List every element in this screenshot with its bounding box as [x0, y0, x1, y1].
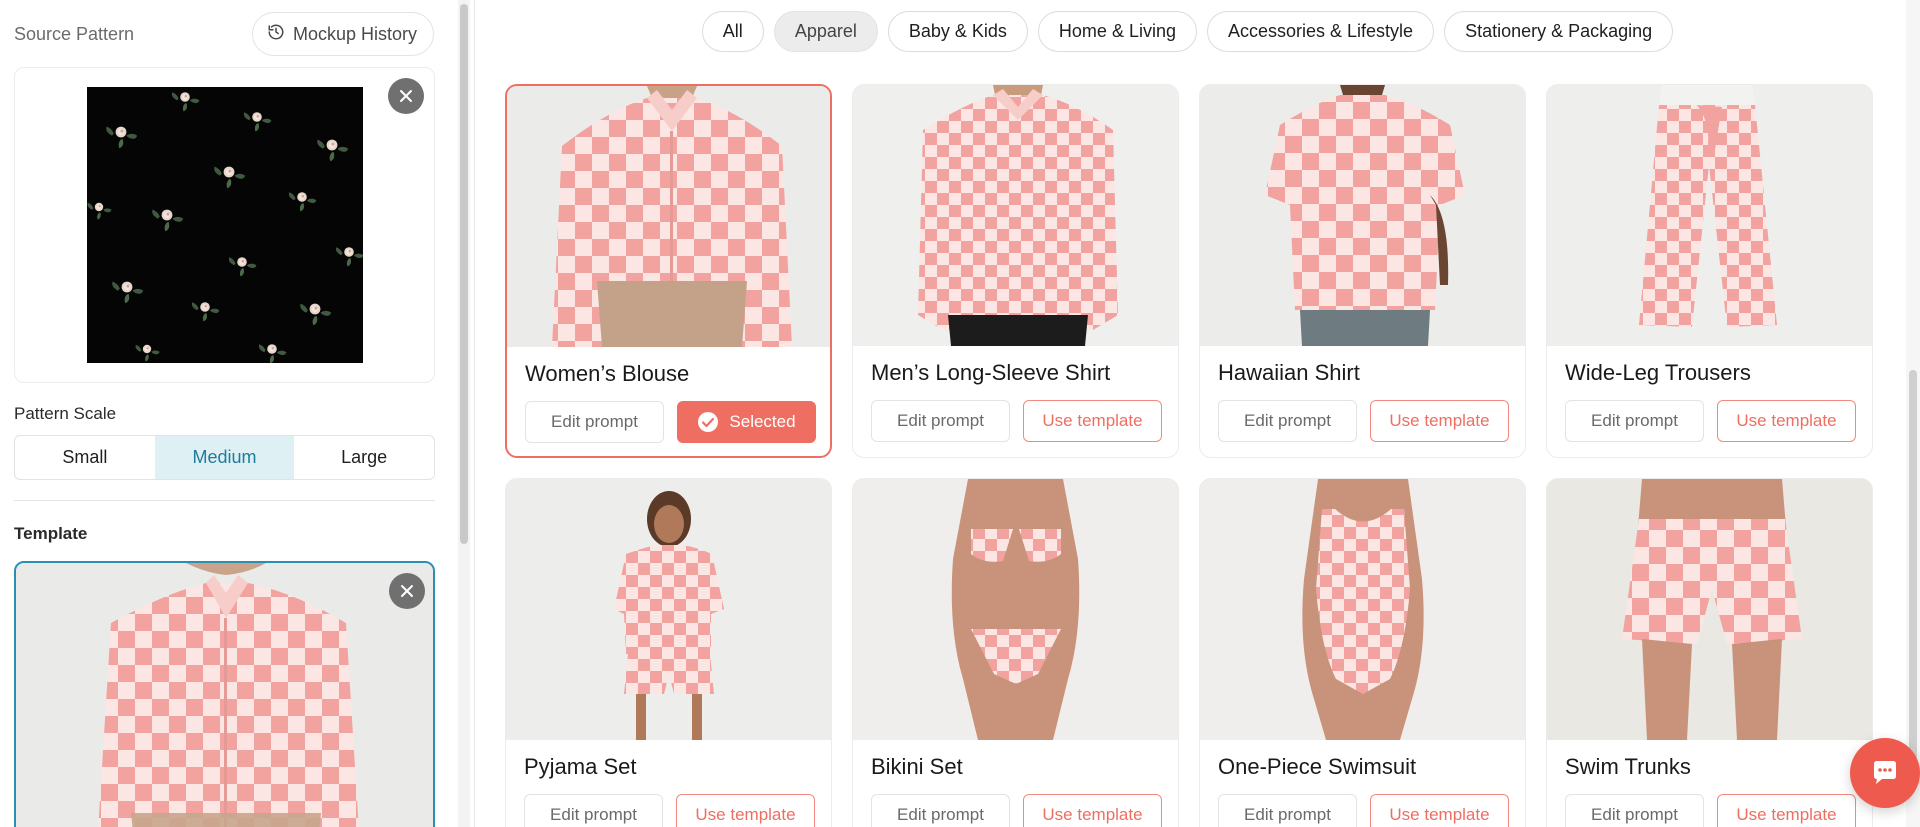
template-card-wide-leg-trousers[interactable]: Wide-Leg Trousers Edit prompt Use templa…: [1546, 84, 1873, 458]
use-template-button[interactable]: Use template: [676, 794, 815, 827]
filter-home-living[interactable]: Home & Living: [1037, 11, 1197, 52]
filter-accessories-lifestyle[interactable]: Accessories & Lifestyle: [1206, 11, 1435, 52]
sidebar-scrollbar-thumb[interactable]: [460, 4, 468, 544]
edit-prompt-button[interactable]: Edit prompt: [524, 794, 663, 827]
source-pattern-image: [87, 87, 363, 363]
template-card-womens-blouse[interactable]: Women’s Blouse Edit prompt Selected: [505, 84, 832, 458]
remove-template-button[interactable]: [389, 573, 425, 609]
edit-prompt-button[interactable]: Edit prompt: [871, 794, 1010, 827]
filter-apparel[interactable]: Apparel: [773, 11, 878, 52]
template-label: Template: [14, 524, 88, 543]
template-gallery: All Apparel Baby & Kids Home & Living Ac…: [475, 0, 1920, 827]
mockup-history-label: Mockup History: [292, 23, 417, 44]
mockup-history-button[interactable]: Mockup History: [251, 12, 434, 56]
template-title: Bikini Set: [871, 754, 963, 779]
template-title: Pyjama Set: [524, 754, 637, 779]
template-image: [1547, 479, 1872, 740]
use-template-button[interactable]: Use template: [1370, 400, 1509, 442]
use-template-button[interactable]: Use template: [1023, 794, 1162, 827]
history-icon: [267, 23, 285, 46]
template-card-one-piece-swimsuit[interactable]: One-Piece Swimsuit Edit prompt Use templ…: [1199, 478, 1526, 827]
gallery-scrollbar-thumb[interactable]: [1909, 370, 1917, 760]
sidebar: Source Pattern Mockup History Pattern Sc…: [0, 0, 452, 827]
source-pattern-title: Source Pattern: [14, 24, 135, 44]
template-card-bikini-set[interactable]: Bikini Set Edit prompt Use template: [852, 478, 1179, 827]
template-title: Swim Trunks: [1565, 754, 1691, 779]
use-template-button[interactable]: Use template: [1023, 400, 1162, 442]
template-image: [1200, 85, 1525, 346]
template-image: [853, 479, 1178, 740]
use-template-button[interactable]: Use template: [1370, 794, 1509, 827]
close-icon: [401, 585, 413, 597]
edit-prompt-button[interactable]: Edit prompt: [1218, 794, 1357, 827]
template-image: [507, 86, 830, 347]
selected-label: Selected: [729, 412, 796, 431]
remove-pattern-button[interactable]: [388, 78, 424, 114]
source-pattern-card: [14, 67, 435, 383]
template-image: [506, 479, 831, 740]
template-title: Women’s Blouse: [525, 361, 690, 386]
use-template-button[interactable]: Use template: [1717, 794, 1856, 827]
selected-button[interactable]: Selected: [677, 401, 816, 443]
template-image: [1547, 85, 1872, 346]
scale-small-option[interactable]: Small: [15, 436, 155, 479]
template-title: One-Piece Swimsuit: [1218, 754, 1417, 779]
template-image: [853, 85, 1178, 346]
check-circle-icon: [698, 412, 719, 432]
filter-baby-kids[interactable]: Baby & Kids: [887, 11, 1028, 52]
section-divider: [14, 500, 435, 501]
use-template-button[interactable]: Use template: [1717, 400, 1856, 442]
selected-template-preview: [14, 561, 435, 827]
template-title: Wide-Leg Trousers: [1565, 360, 1751, 385]
pattern-scale-selector: Small Medium Large: [14, 435, 435, 480]
chat-bubble-icon: [1874, 761, 1896, 784]
edit-prompt-button[interactable]: Edit prompt: [1565, 794, 1704, 827]
template-title: Hawaiian Shirt: [1218, 360, 1360, 385]
filter-all[interactable]: All: [701, 11, 764, 52]
pattern-scale-label: Pattern Scale: [14, 404, 117, 423]
scale-large-option[interactable]: Large: [294, 436, 434, 479]
edit-prompt-button[interactable]: Edit prompt: [871, 400, 1010, 442]
close-icon: [400, 90, 412, 102]
edit-prompt-button[interactable]: Edit prompt: [1218, 400, 1357, 442]
template-title: Men’s Long-Sleeve Shirt: [871, 360, 1111, 385]
template-card-pyjama-set[interactable]: Pyjama Set Edit prompt Use template: [505, 478, 832, 827]
template-card-hawaiian-shirt[interactable]: Hawaiian Shirt Edit prompt Use template: [1199, 84, 1526, 458]
filter-stationery-packaging[interactable]: Stationery & Packaging: [1444, 11, 1674, 52]
edit-prompt-button[interactable]: Edit prompt: [1565, 400, 1704, 442]
template-card-mens-long-sleeve-shirt[interactable]: Men’s Long-Sleeve Shirt Edit prompt Use …: [852, 84, 1179, 458]
chat-support-button[interactable]: [1850, 738, 1920, 808]
category-filter-bar: All Apparel Baby & Kids Home & Living Ac…: [475, 11, 1920, 52]
app-window: Source Pattern Mockup History Pattern Sc…: [0, 0, 1920, 827]
template-card-swim-trunks[interactable]: Swim Trunks Edit prompt Use template: [1546, 478, 1873, 827]
scale-medium-option[interactable]: Medium: [154, 436, 295, 479]
edit-prompt-button[interactable]: Edit prompt: [525, 401, 664, 443]
sidebar-header: Source Pattern Mockup History: [14, 12, 434, 56]
template-image: [1200, 479, 1525, 740]
